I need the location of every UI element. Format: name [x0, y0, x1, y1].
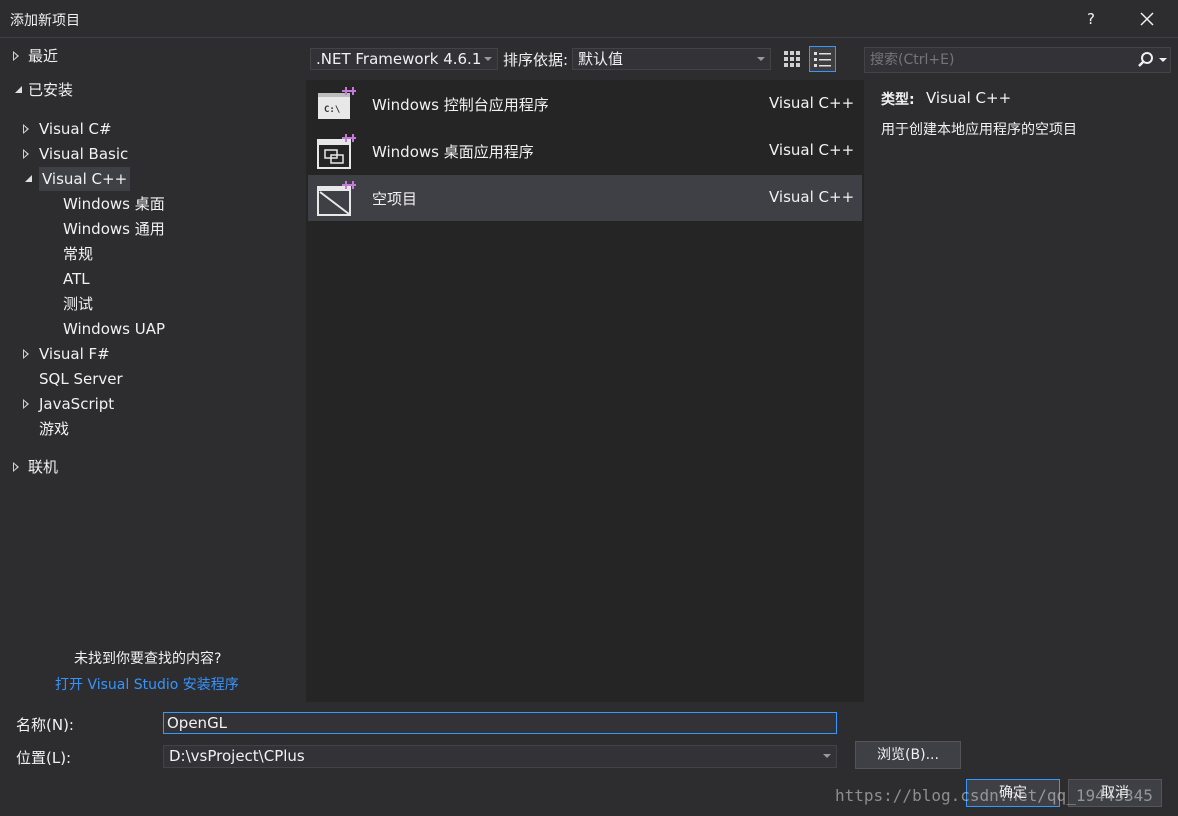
open-installer-link[interactable]: 打开 Visual Studio 安装程序: [55, 674, 239, 694]
tree-label: Visual C#: [39, 120, 112, 138]
detail-description: 用于创建本地应用程序的空项目: [881, 122, 1077, 138]
template-list: C:\ Windows 控制台应用程序 Visual C++ Windows 桌…: [306, 80, 864, 702]
tree-item-atl[interactable]: ATL: [63, 267, 90, 291]
template-language: Visual C++: [769, 141, 855, 159]
tree-label: Windows 桌面: [63, 195, 165, 213]
tree-label: JavaScript: [39, 395, 115, 413]
tree-item-visual-basic[interactable]: Visual Basic: [22, 142, 128, 166]
tree-item-visual-cpp[interactable]: Visual C++: [20, 167, 131, 191]
template-name: Windows 桌面应用程序: [372, 143, 534, 161]
tree-label: Visual C++: [39, 167, 131, 191]
tree-label: 联机: [28, 458, 59, 476]
tree-item-general[interactable]: 常规: [63, 242, 93, 266]
tree-item-visual-fsharp[interactable]: Visual F#: [22, 342, 110, 366]
expand-arrow-icon[interactable]: [22, 142, 32, 166]
console-app-icon: C:\: [318, 87, 356, 119]
template-name: 空项目: [372, 190, 418, 208]
sort-dropdown[interactable]: 默认值: [572, 48, 771, 70]
expand-arrow-icon[interactable]: [12, 44, 22, 68]
search-options-chevron-icon[interactable]: [1159, 58, 1167, 62]
tree-item-sql-server[interactable]: SQL Server: [39, 367, 123, 391]
desktop-app-icon: [317, 134, 356, 169]
tree-label: 游戏: [39, 420, 70, 438]
detail-type-label: 类型:: [881, 92, 915, 108]
grid-view-button[interactable]: [781, 47, 803, 71]
expand-arrow-icon[interactable]: [22, 117, 32, 141]
tree-label: 测试: [63, 295, 94, 313]
template-item-desktop-app[interactable]: Windows 桌面应用程序 Visual C++: [308, 128, 862, 174]
empty-project-icon: [317, 181, 356, 216]
name-input[interactable]: [164, 713, 836, 733]
name-label: 名称(N):: [16, 716, 74, 734]
search-box: [864, 47, 1171, 73]
tree-label: Windows UAP: [63, 320, 166, 338]
collapse-arrow-icon[interactable]: [10, 78, 22, 102]
template-language: Visual C++: [769, 188, 855, 206]
template-item-console-app[interactable]: C:\ Windows 控制台应用程序 Visual C++: [308, 81, 862, 127]
grid-view-icon: [784, 51, 800, 67]
tree-item-installed[interactable]: 已安装: [10, 78, 73, 102]
title-bar: [0, 0, 1178, 38]
tree-label: SQL Server: [39, 370, 123, 388]
expand-arrow-icon[interactable]: [22, 342, 32, 366]
tree-item-windows-desktop[interactable]: Windows 桌面: [63, 192, 165, 216]
cancel-button[interactable]: 取消: [1068, 779, 1162, 807]
list-view-icon: [814, 52, 831, 67]
tree-label: Visual F#: [39, 345, 110, 363]
list-view-button[interactable]: [809, 46, 836, 72]
template-language: Visual C++: [769, 94, 855, 112]
collapse-arrow-icon[interactable]: [20, 167, 32, 191]
location-dropdown[interactable]: D:\vsProject\CPlus: [163, 745, 837, 768]
tree-label: 常规: [63, 245, 94, 263]
chevron-down-icon: [757, 57, 765, 61]
tree-item-windows-universal[interactable]: Windows 通用: [63, 217, 165, 241]
not-found-text: 未找到你要查找的内容?: [74, 651, 222, 667]
location-label: 位置(L):: [16, 749, 72, 767]
tree-item-visual-csharp[interactable]: Visual C#: [22, 117, 112, 141]
tree-item-online[interactable]: 联机: [12, 455, 58, 479]
tree-item-recent[interactable]: 最近: [12, 44, 58, 68]
sort-label: 排序依据:: [503, 51, 569, 69]
ok-button[interactable]: 确定: [966, 779, 1060, 807]
tree-label: ATL: [63, 270, 90, 288]
framework-dropdown[interactable]: .NET Framework 4.6.1: [310, 48, 498, 70]
expand-arrow-icon[interactable]: [22, 392, 32, 416]
search-input[interactable]: [865, 48, 1131, 72]
framework-value: .NET Framework 4.6.1: [316, 50, 482, 68]
search-icon[interactable]: [1136, 50, 1156, 70]
help-button[interactable]: ?: [1080, 8, 1102, 30]
tree-item-test[interactable]: 测试: [63, 292, 93, 316]
detail-type-value: Visual C++: [926, 89, 1012, 107]
tree-item-games[interactable]: 游戏: [39, 417, 69, 441]
tree-item-windows-uap[interactable]: Windows UAP: [63, 317, 165, 341]
svg-text:C:\: C:\: [324, 105, 340, 115]
location-value: D:\vsProject\CPlus: [169, 747, 305, 765]
tree-label: 已安装: [28, 81, 74, 99]
name-field: [163, 712, 837, 734]
tree-item-javascript[interactable]: JavaScript: [22, 392, 114, 416]
template-name: Windows 控制台应用程序: [372, 96, 549, 114]
dialog-title: 添加新项目: [10, 13, 80, 29]
expand-arrow-icon[interactable]: [12, 455, 22, 479]
tree-label: Visual Basic: [39, 145, 129, 163]
sort-value: 默认值: [578, 50, 624, 68]
template-item-empty-project[interactable]: 空项目 Visual C++: [308, 175, 862, 221]
tree-label: 最近: [28, 47, 59, 65]
chevron-down-icon: [484, 57, 492, 61]
chevron-down-icon: [823, 754, 831, 758]
close-icon: [1140, 12, 1154, 26]
tree-label: Windows 通用: [63, 220, 165, 238]
browse-button[interactable]: 浏览(B)...: [855, 741, 961, 769]
close-button[interactable]: [1133, 6, 1161, 32]
